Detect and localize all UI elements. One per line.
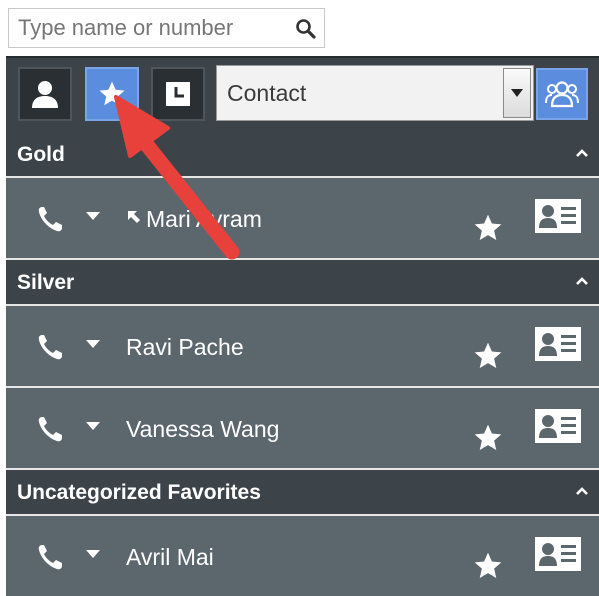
team-button[interactable]: [536, 68, 588, 120]
dropdown-toggle[interactable]: [503, 68, 531, 118]
contact-card-icon[interactable]: [534, 408, 582, 444]
contact-card-icon[interactable]: [534, 198, 582, 234]
filter-dropdown[interactable]: Contact: [216, 65, 534, 121]
toolbar: Contact: [6, 58, 599, 130]
phone-icon[interactable]: [36, 542, 66, 572]
contact-row[interactable]: Ravi Pache: [6, 306, 599, 386]
star-icon: [99, 81, 125, 106]
star-icon[interactable]: [472, 340, 504, 372]
section-header-silver[interactable]: Silver: [6, 260, 599, 304]
contacts-tab-button[interactable]: [18, 67, 72, 121]
contact-name[interactable]: Mari Avram: [126, 206, 262, 233]
contact-name[interactable]: Avril Mai: [126, 544, 214, 571]
phone-icon[interactable]: [36, 414, 66, 444]
contact-row[interactable]: Avril Mai: [6, 516, 599, 596]
chevron-up-icon[interactable]: [575, 274, 589, 288]
chevron-down-icon[interactable]: [86, 212, 100, 222]
away-arrow-icon: [128, 211, 140, 223]
search-bar: [8, 8, 325, 48]
person-icon: [32, 81, 58, 108]
star-icon[interactable]: [472, 422, 504, 454]
chevron-down-icon[interactable]: [86, 550, 100, 560]
contact-name[interactable]: Vanessa Wang: [126, 416, 279, 443]
contact-name-text: Mari Avram: [146, 206, 262, 232]
chevron-down-icon: [511, 89, 523, 97]
section-header-uncategorized[interactable]: Uncategorized Favorites: [6, 470, 599, 514]
chevron-down-icon[interactable]: [86, 422, 100, 432]
section-title: Uncategorized Favorites: [17, 481, 261, 504]
phone-icon[interactable]: [36, 332, 66, 362]
group-icon: [545, 81, 579, 108]
section-header-gold[interactable]: Gold: [6, 132, 599, 176]
star-icon[interactable]: [472, 212, 504, 244]
phone-icon[interactable]: [36, 204, 66, 234]
star-icon[interactable]: [472, 550, 504, 582]
contact-name[interactable]: Ravi Pache: [126, 334, 244, 361]
contact-row[interactable]: Vanessa Wang: [6, 388, 599, 468]
favorites-panel: Contact Gold Mari Avram Silver Ravi Pach…: [6, 56, 599, 596]
contact-card-icon[interactable]: [534, 326, 582, 362]
recent-tab-button[interactable]: [151, 67, 205, 121]
search-icon[interactable]: [294, 17, 318, 41]
favorites-tab-button[interactable]: [85, 67, 139, 121]
clock-icon: [166, 82, 190, 106]
chevron-up-icon[interactable]: [575, 146, 589, 160]
section-title: Gold: [17, 143, 65, 166]
search-input[interactable]: [9, 9, 284, 47]
filter-dropdown-value: Contact: [227, 80, 307, 106]
chevron-down-icon[interactable]: [86, 340, 100, 350]
chevron-up-icon[interactable]: [575, 484, 589, 498]
contact-card-icon[interactable]: [534, 536, 582, 572]
contact-row[interactable]: Mari Avram: [6, 178, 599, 258]
section-title: Silver: [17, 271, 75, 294]
